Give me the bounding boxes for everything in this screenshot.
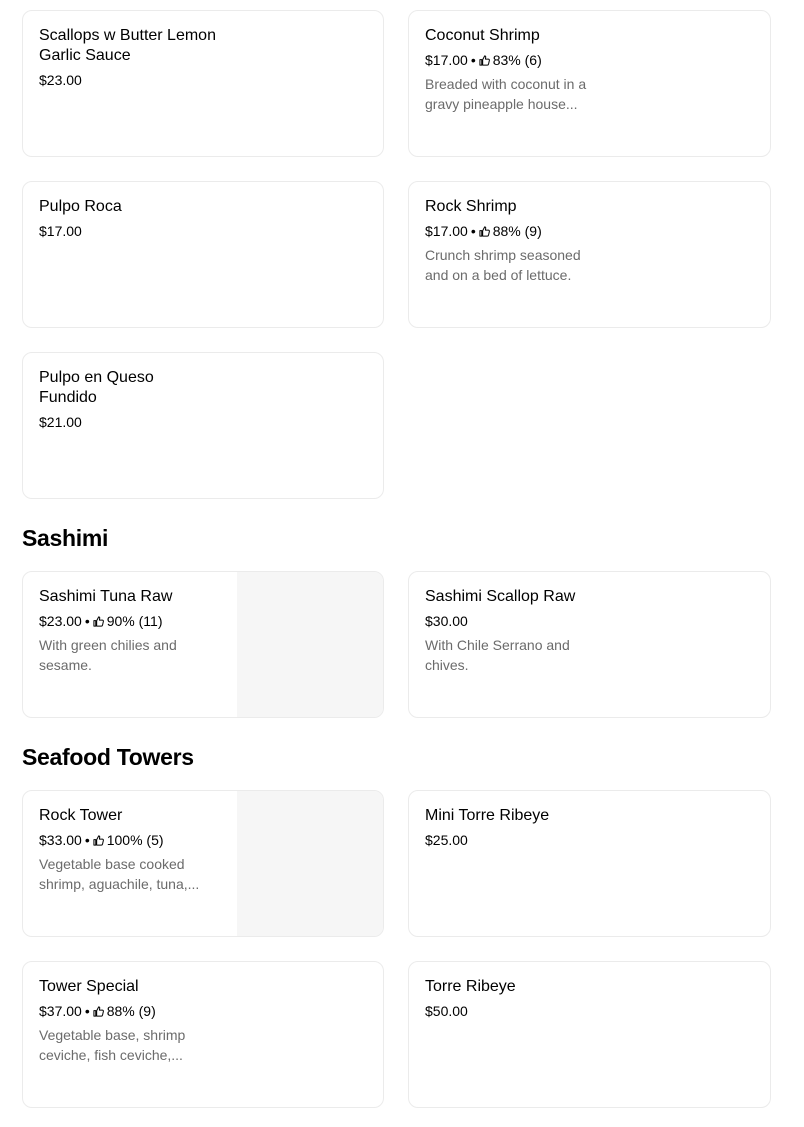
item-price: $21.00 — [39, 414, 82, 430]
separator-dot: • — [470, 52, 476, 68]
section-title-seafood-towers: Seafood Towers — [22, 744, 194, 770]
menu-item-card[interactable]: Torre Ribeye $50.00 — [408, 961, 771, 1108]
menu-item-content: Torre Ribeye $50.00 — [425, 977, 605, 1021]
item-price: $17.00 — [425, 223, 468, 239]
item-description: With green chilies and sesame. — [39, 637, 177, 673]
item-description: Vegetable base cooked shrimp, aguachile,… — [39, 856, 200, 892]
item-price-row: $23.00 — [39, 70, 219, 90]
item-price-row: $33.00 • 100% (5) — [39, 830, 219, 850]
item-price: $23.00 — [39, 72, 82, 88]
menu-item-card[interactable]: Rock Shrimp $17.00 • 88% (9) Crunch shrimp… — [408, 181, 771, 328]
item-price-row: $23.00 • 90% (11) — [39, 611, 219, 631]
item-price: $50.00 — [425, 1003, 468, 1019]
separator-dot: • — [84, 832, 90, 848]
item-price-row: $50.00 — [425, 1001, 605, 1021]
menu-item-card[interactable]: Rock Tower $33.00 • 100% (5) Vegetable bas… — [22, 790, 384, 937]
menu-item-card[interactable]: Mini Torre Ribeye $25.00 — [408, 790, 771, 937]
item-name: Sashimi Scallop Raw — [425, 588, 576, 605]
item-description: Vegetable base, shrimp ceviche, fish cev… — [39, 1027, 186, 1063]
menu-item-content: Sashimi Scallop Raw $30.00 With Chile Se… — [425, 587, 605, 675]
menu-item-content: Tower Special $37.00 • 88% (9) Vegetable b… — [39, 977, 219, 1065]
menu-item-card[interactable]: Pulpo Roca $17.00 — [22, 181, 384, 328]
thumbs-up-icon — [479, 55, 490, 66]
item-description: Crunch shrimp seasoned and on a bed of l… — [425, 247, 581, 283]
item-name: Pulpo Roca — [39, 198, 122, 215]
menu-item-content: Pulpo Roca $17.00 — [39, 197, 219, 241]
menu-item-content: Rock Tower $33.00 • 100% (5) Vegetable bas… — [39, 806, 219, 894]
item-price-row: $17.00 • 83% (6) — [425, 50, 605, 70]
menu-item-content: Pulpo en Queso Fundido $21.00 — [39, 368, 199, 432]
menu-item-card[interactable]: Scallops w Butter Lemon Garlic Sauce $23… — [22, 10, 384, 157]
item-price: $23.00 — [39, 613, 82, 629]
item-name: Mini Torre Ribeye — [425, 807, 550, 824]
item-name: Coconut Shrimp — [425, 27, 540, 44]
separator-dot: • — [84, 1003, 90, 1019]
item-rating: 90% (11) — [106, 613, 163, 629]
item-price: $25.00 — [425, 832, 468, 848]
item-name: Scallops w Butter Lemon Garlic Sauce — [39, 27, 216, 64]
item-price: $17.00 — [39, 223, 82, 239]
menu-item-card[interactable]: Sashimi Scallop Raw $30.00 With Chile Se… — [408, 571, 771, 718]
item-description: With Chile Serrano and chives. — [425, 637, 570, 673]
separator-dot: • — [84, 613, 90, 629]
section-title-sashimi: Sashimi — [22, 525, 109, 551]
menu-item-content: Mini Torre Ribeye $25.00 — [425, 806, 605, 850]
item-price-row: $30.00 — [425, 611, 605, 631]
menu-item-card[interactable]: Coconut Shrimp $17.00 • 83% (6) Breaded wi… — [408, 10, 771, 157]
item-price: $17.00 — [425, 52, 468, 68]
item-rating: 83% (6) — [492, 52, 542, 68]
item-price: $30.00 — [425, 613, 468, 629]
item-price-row: $37.00 • 88% (9) — [39, 1001, 219, 1021]
thumbs-up-icon — [93, 835, 104, 846]
item-rating: 88% (9) — [106, 1003, 156, 1019]
item-price-row: $25.00 — [425, 830, 605, 850]
item-price: $33.00 — [39, 832, 82, 848]
item-price-row: $17.00 • 88% (9) — [425, 221, 605, 241]
separator-dot: • — [470, 223, 476, 239]
menu-item-content: Scallops w Butter Lemon Garlic Sauce $23… — [39, 26, 219, 90]
thumbs-up-icon — [93, 616, 104, 627]
item-name: Rock Tower — [39, 807, 123, 824]
item-image — [237, 791, 383, 936]
item-name: Sashimi Tuna Raw — [39, 588, 173, 605]
item-image — [237, 572, 383, 717]
item-description: Breaded with coconut in a gravy pineappl… — [425, 76, 587, 112]
item-price: $37.00 — [39, 1003, 82, 1019]
item-price-row: $21.00 — [39, 412, 199, 432]
menu-item-card[interactable]: Pulpo en Queso Fundido $21.00 — [22, 352, 384, 499]
menu-item-content: Coconut Shrimp $17.00 • 83% (6) Breaded wi… — [425, 26, 605, 114]
item-name: Pulpo en Queso Fundido — [39, 369, 154, 406]
menu-item-content: Rock Shrimp $17.00 • 88% (9) Crunch shrimp… — [425, 197, 605, 285]
item-price-row: $17.00 — [39, 221, 219, 241]
menu-item-card[interactable]: Tower Special $37.00 • 88% (9) Vegetable b… — [22, 961, 384, 1108]
thumbs-up-icon — [93, 1006, 104, 1017]
menu-item-card[interactable]: Sashimi Tuna Raw $23.00 • 90% (11) With gr… — [22, 571, 384, 718]
menu-item-content: Sashimi Tuna Raw $23.00 • 90% (11) With gr… — [39, 587, 219, 675]
item-name: Rock Shrimp — [425, 198, 517, 215]
item-rating: 88% (9) — [492, 223, 542, 239]
item-name: Tower Special — [39, 978, 139, 995]
item-name: Torre Ribeye — [425, 978, 516, 995]
thumbs-up-icon — [479, 226, 490, 237]
item-rating: 100% (5) — [106, 832, 164, 848]
